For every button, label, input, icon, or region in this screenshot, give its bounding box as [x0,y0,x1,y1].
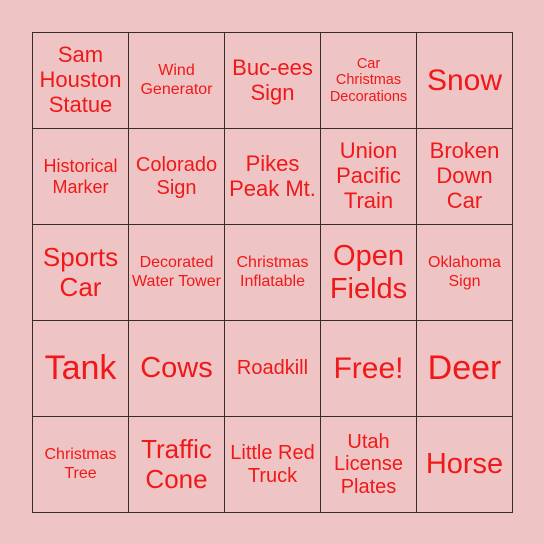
bingo-cell[interactable]: Cows [129,321,225,417]
bingo-cell[interactable]: Open Fields [321,225,417,321]
bingo-cell[interactable]: Utah License Plates [321,417,417,513]
bingo-cell-free[interactable]: Free! [321,321,417,417]
bingo-cell[interactable]: Oklahoma Sign [417,225,513,321]
bingo-board: Sam Houston Statue Wind Generator Buc-ee… [32,32,513,513]
bingo-cell[interactable]: Union Pacific Train [321,129,417,225]
bingo-cell[interactable]: Broken Down Car [417,129,513,225]
bingo-cell[interactable]: Wind Generator [129,33,225,129]
bingo-cell[interactable]: Historical Marker [33,129,129,225]
bingo-cell[interactable]: Colorado Sign [129,129,225,225]
bingo-cell[interactable]: Little Red Truck [225,417,321,513]
bingo-cell[interactable]: Horse [417,417,513,513]
bingo-cell[interactable]: Roadkill [225,321,321,417]
bingo-cell[interactable]: Deer [417,321,513,417]
bingo-cell[interactable]: Traffic Cone [129,417,225,513]
bingo-cell[interactable]: Pikes Peak Mt. [225,129,321,225]
bingo-cell[interactable]: Christmas Tree [33,417,129,513]
bingo-cell[interactable]: Car Christmas Decorations [321,33,417,129]
bingo-cell[interactable]: Sports Car [33,225,129,321]
bingo-cell[interactable]: Snow [417,33,513,129]
bingo-cell[interactable]: Sam Houston Statue [33,33,129,129]
bingo-cell[interactable]: Decorated Water Tower [129,225,225,321]
bingo-cell[interactable]: Buc-ees Sign [225,33,321,129]
bingo-cell[interactable]: Tank [33,321,129,417]
bingo-cell[interactable]: Christmas Inflatable [225,225,321,321]
